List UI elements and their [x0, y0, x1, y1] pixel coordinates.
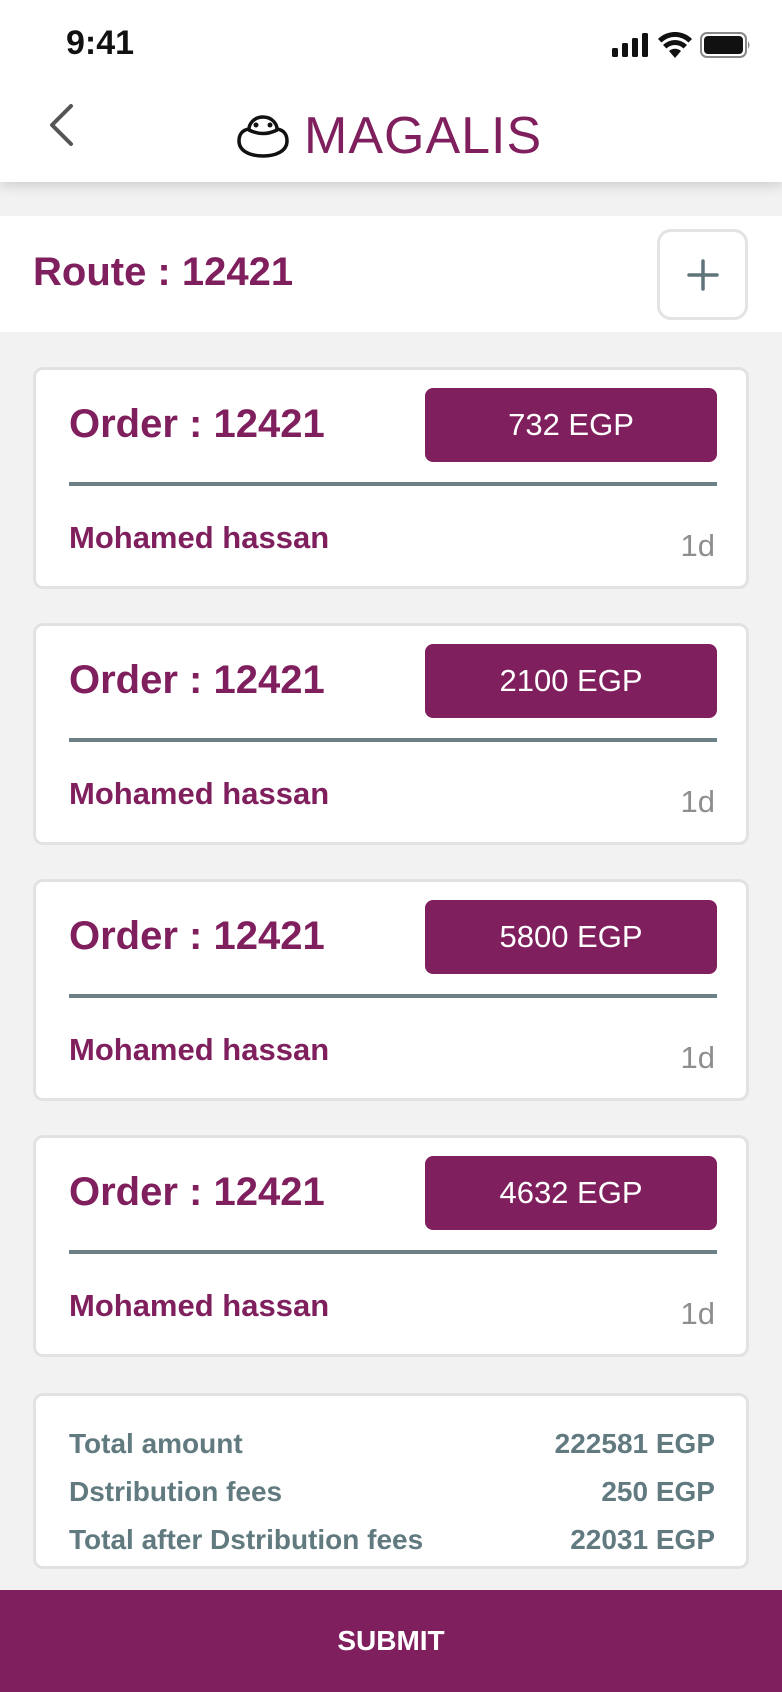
order-age: 1d — [680, 784, 715, 819]
card-divider — [69, 1250, 717, 1254]
total-after-fees-value: 22031 EGP — [570, 1524, 715, 1555]
wifi-icon — [658, 32, 692, 58]
route-title: Route : 12421 — [33, 250, 294, 294]
order-price-badge: 732 EGP — [425, 388, 717, 462]
order-age: 1d — [680, 1040, 715, 1075]
top-bar: 9:41 MAGALIS — [0, 0, 782, 182]
status-icons — [612, 30, 752, 60]
order-title: Order : 12421 — [69, 402, 325, 446]
logo-mark-icon — [237, 115, 289, 158]
back-arrow-icon — [50, 104, 73, 146]
order-title: Order : 12421 — [69, 914, 325, 958]
order-card[interactable]: Order : 12421 4632 EGP Mohamed hassan 1d — [33, 1135, 749, 1357]
status-time: 9:41 — [66, 24, 135, 62]
plus-icon — [686, 258, 719, 291]
summary-card: Total amount 222581 EGP Dstribution fees… — [33, 1393, 749, 1569]
total-amount-value: 222581 EGP — [554, 1428, 715, 1459]
customer-name: Mohamed hassan — [69, 1032, 330, 1067]
summary-row-after-fees: Total after Dstribution fees 22031 EGP — [69, 1522, 715, 1558]
order-title: Order : 12421 — [69, 1170, 325, 1214]
submit-button[interactable]: SUBMIT — [0, 1590, 782, 1692]
order-price-badge: 2100 EGP — [425, 644, 717, 718]
card-divider — [69, 482, 717, 486]
customer-name: Mohamed hassan — [69, 776, 330, 811]
route-header: Route : 12421 — [0, 216, 782, 332]
fees-value: 250 EGP — [601, 1476, 715, 1507]
order-card[interactable]: Order : 12421 732 EGP Mohamed hassan 1d — [33, 367, 749, 589]
back-button[interactable] — [36, 100, 86, 150]
brand-name: MAGALIS — [304, 107, 543, 165]
summary-row-total: Total amount 222581 EGP — [69, 1426, 715, 1462]
brand-logo: MAGALIS — [236, 107, 543, 165]
order-title: Order : 12421 — [69, 658, 325, 702]
order-age: 1d — [680, 528, 715, 563]
total-after-fees-label: Total after Dstribution fees — [69, 1524, 424, 1555]
order-card[interactable]: Order : 12421 5800 EGP Mohamed hassan 1d — [33, 879, 749, 1101]
customer-name: Mohamed hassan — [69, 520, 330, 555]
summary-row-fees: Dstribution fees 250 EGP — [69, 1474, 715, 1510]
customer-name: Mohamed hassan — [69, 1288, 330, 1323]
card-divider — [69, 994, 717, 998]
order-card[interactable]: Order : 12421 2100 EGP Mohamed hassan 1d — [33, 623, 749, 845]
order-age: 1d — [680, 1296, 715, 1331]
fees-label: Dstribution fees — [69, 1476, 283, 1507]
order-price-badge: 4632 EGP — [425, 1156, 717, 1230]
order-price-badge: 5800 EGP — [425, 900, 717, 974]
signal-icon — [612, 33, 648, 57]
card-divider — [69, 738, 717, 742]
battery-icon — [700, 32, 750, 58]
total-amount-label: Total amount — [69, 1428, 243, 1459]
add-order-button[interactable] — [657, 229, 748, 320]
